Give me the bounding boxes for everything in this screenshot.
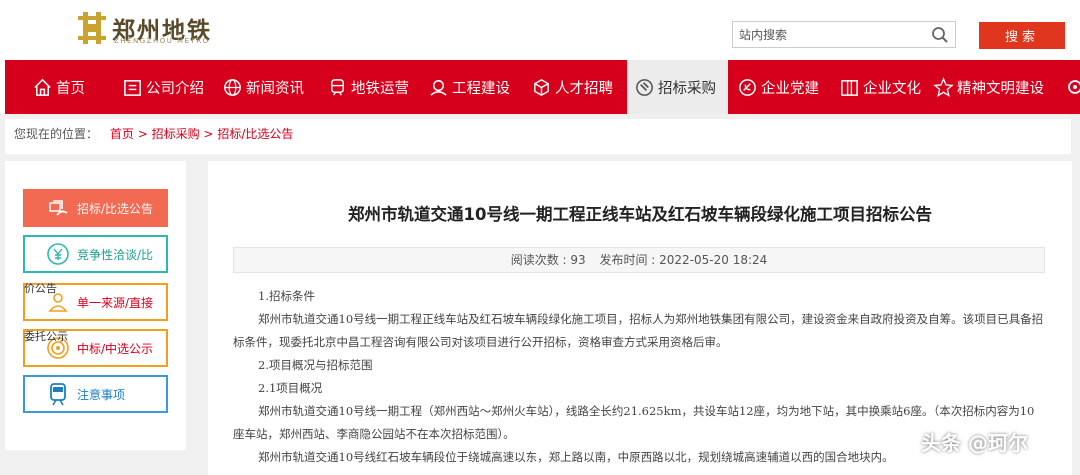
sidebar-item-label: 中标/中选公示 — [77, 341, 154, 356]
culture-icon — [841, 79, 858, 96]
sidebar-item-label: 招标/比选公告 — [77, 201, 154, 216]
worker-icon — [430, 79, 447, 96]
nav-item-label: 人才招聘 — [555, 80, 613, 97]
home-icon — [34, 78, 51, 96]
building-icon — [124, 79, 141, 96]
nav-bar: 首页 公司介绍 新闻资讯 地铁运营 工程建设 人才招聘 招标采购 企业党建 企业… — [5, 60, 1080, 114]
gavel-icon — [636, 78, 653, 96]
nav-item-label: 招标采购 — [658, 80, 716, 97]
sidebar-item-label: 竞争性洽谈/比 — [77, 247, 154, 262]
search-button[interactable]: 搜索 — [979, 22, 1065, 49]
sidebar-item-label: 注意事项 — [77, 387, 126, 402]
nav-item-civilization[interactable]: 精神文明建设 — [933, 60, 1044, 114]
watermark: 头条 @珂尔 — [921, 431, 1028, 455]
gear-icon[interactable] — [1065, 77, 1080, 97]
breadcrumb-home[interactable]: 首页 — [110, 127, 134, 141]
search-icon[interactable] — [931, 26, 949, 44]
cube-icon — [534, 78, 549, 96]
sidebar-item-label: 单一来源/直接 — [77, 295, 154, 310]
site-logo[interactable]: 郑州地铁 ZHENGZHOU METRO — [76, 10, 246, 46]
sidebar-item-overflow-text: 委托公示 — [24, 330, 68, 343]
bid-announce-icon — [49, 200, 68, 216]
nav-item-label: 企业文化 — [863, 80, 921, 97]
breadcrumb-separator: > — [137, 127, 148, 141]
nav-item-label: 公司介绍 — [146, 80, 204, 97]
sidebar-item-bid-announcement[interactable]: 招标/比选公告 — [23, 189, 168, 227]
section-heading: 2.1项目概况 — [258, 381, 323, 395]
metro-logo-icon — [78, 12, 106, 44]
nav-item-label: 工程建设 — [452, 80, 510, 97]
nav-item-label: 精神文明建设 — [957, 80, 1044, 97]
nav-item-label: 地铁运营 — [351, 80, 409, 97]
nav-item-company[interactable]: 公司介绍 — [122, 60, 204, 114]
yuan-icon — [47, 243, 69, 265]
sidebar-item-competitive-negotiation[interactable]: 竞争性洽谈/比 — [23, 235, 168, 273]
nav-item-label: 新闻资讯 — [246, 80, 304, 97]
site-header: 郑州地铁 ZHENGZHOU METRO 搜索 — [0, 0, 1080, 60]
sidebar-item-notes[interactable]: 注意事项 — [23, 375, 168, 413]
search-input[interactable] — [733, 22, 935, 47]
nav-item-home[interactable]: 首页 — [32, 60, 85, 114]
globe-icon — [224, 78, 241, 96]
search-box — [732, 21, 956, 48]
nav-item-label: 企业党建 — [761, 80, 819, 97]
nav-item-operation[interactable]: 地铁运营 — [327, 60, 409, 114]
nav-item-procurement[interactable]: 招标采购 — [627, 60, 728, 114]
main-nav: 首页 公司介绍 新闻资讯 地铁运营 工程建设 人才招聘 招标采购 企业党建 企业… — [0, 60, 1080, 114]
breadcrumb: 您现在的位置： 首页 > 招标采购 > 招标/比选公告 — [5, 119, 1071, 154]
breadcrumb-procurement[interactable]: 招标采购 — [152, 127, 200, 141]
nav-item-recruit[interactable]: 人才招聘 — [531, 60, 613, 114]
read-count: 阅读次数 : 93 — [510, 253, 586, 267]
nav-item-culture[interactable]: 企业文化 — [839, 60, 921, 114]
article-meta: 阅读次数 : 93 发布时间 : 2022-05-20 18:24 — [233, 247, 1045, 273]
publish-time: 发布时间 : 2022-05-20 18:24 — [599, 253, 768, 267]
logo-subtitle: ZHENGZHOU METRO — [114, 37, 210, 45]
article-title: 郑州市轨道交通10号线一期工程正线车站及红石坡车辆段绿化施工项目招标公告 — [348, 205, 932, 224]
star-icon — [933, 76, 954, 97]
section-heading: 1.招标条件 — [258, 289, 315, 303]
nav-item-news[interactable]: 新闻资讯 — [222, 60, 304, 114]
party-icon — [739, 78, 756, 96]
breadcrumb-separator: > — [203, 127, 214, 141]
nav-item-label: 首页 — [56, 80, 85, 97]
metro-train-icon — [50, 383, 66, 406]
breadcrumb-prefix: 您现在的位置： — [14, 127, 99, 141]
breadcrumb-bid-announcement[interactable]: 招标/比选公告 — [217, 127, 293, 141]
sidebar: 招标/比选公告 竞争性洽谈/比 单一来源/直接 中标/中选公示 注意事项 价公告… — [5, 161, 186, 450]
nav-item-construction[interactable]: 工程建设 — [428, 60, 510, 114]
section-heading: 2.项目概况与招标范围 — [258, 358, 373, 372]
paragraph: 郑州市轨道交通10号线一期工程正线车站及红石坡车辆段绿化施工项目，招标人为郑州地… — [233, 312, 1044, 349]
nav-item-party[interactable]: 企业党建 — [737, 60, 819, 114]
train-icon — [331, 78, 344, 96]
sidebar-item-overflow-text: 价公告 — [24, 282, 57, 295]
